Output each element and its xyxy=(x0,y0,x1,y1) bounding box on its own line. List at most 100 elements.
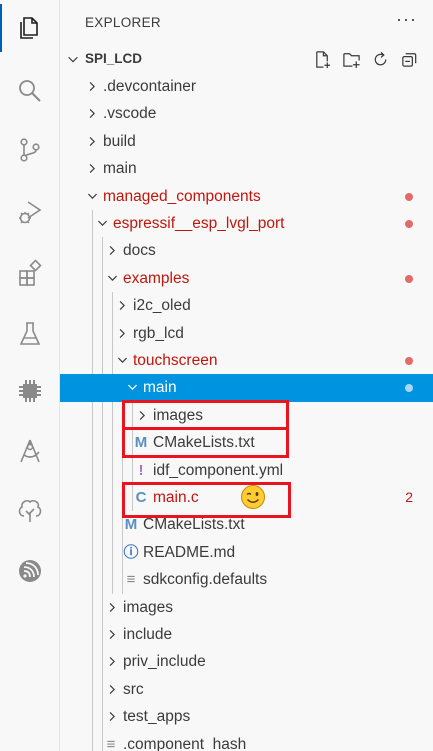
workspace-actions xyxy=(312,49,419,69)
winking-face-icon xyxy=(241,485,265,509)
chevron-right-icon xyxy=(109,602,115,612)
settings-file-icon: ≡ xyxy=(106,735,116,751)
highlight-box-images xyxy=(122,399,289,431)
tree-item-label: main xyxy=(103,160,137,178)
modified-dot xyxy=(405,357,413,365)
compass-icon xyxy=(20,439,40,463)
activity-source-control[interactable] xyxy=(0,122,60,178)
activity-chip[interactable] xyxy=(0,363,60,419)
tree-folder[interactable]: main xyxy=(60,374,433,402)
explorer-sidebar: EXPLORER ··· SPI_LCD .devcontainer .vscod… xyxy=(60,0,433,751)
chevron-right-icon xyxy=(89,136,95,146)
chevron-right-icon xyxy=(89,82,95,91)
tree-folder[interactable]: i2c_oled xyxy=(60,292,433,319)
tree-item-label: images xyxy=(123,598,173,616)
activity-files[interactable] xyxy=(0,0,60,56)
tree-folder[interactable]: managed_components xyxy=(60,183,433,210)
tree-folder[interactable]: test_apps xyxy=(60,703,433,730)
tree-item-label: priv_include xyxy=(123,653,206,671)
chevron-down-icon xyxy=(118,357,127,363)
tree-folder[interactable]: .vscode xyxy=(60,100,433,127)
search-icon xyxy=(19,80,41,102)
tree-folder[interactable]: include xyxy=(60,621,433,648)
chevron-right-icon xyxy=(109,657,115,667)
tree-item-label: idf_component.yml xyxy=(153,461,284,479)
modified-dot xyxy=(405,274,413,283)
files-icon xyxy=(20,17,38,39)
explorer-title: EXPLORER xyxy=(85,14,161,30)
tree-item-label: managed_components xyxy=(103,187,261,205)
activity-testing[interactable] xyxy=(0,306,60,362)
chevron-down-icon xyxy=(98,220,107,226)
activity-bar xyxy=(0,0,60,751)
tree-item-label: build xyxy=(103,132,136,150)
tree-folder[interactable]: espressif__esp_lvgl_port xyxy=(60,210,433,237)
tree-folder[interactable]: touchscreen xyxy=(60,347,433,374)
extensions-icon xyxy=(19,259,42,286)
tree-folder[interactable]: build xyxy=(60,128,433,155)
tree-file[interactable]: ≡ .component_hash xyxy=(60,731,433,751)
activity-compass[interactable] xyxy=(0,423,60,479)
tree-folder[interactable]: .devcontainer xyxy=(60,73,433,100)
yaml-icon: ! xyxy=(138,461,144,479)
chevron-down-icon xyxy=(108,275,117,281)
tree-item-label: test_apps xyxy=(123,708,191,726)
tree-folder[interactable]: src xyxy=(60,676,433,703)
explorer-header: EXPLORER ··· xyxy=(60,0,433,44)
more-actions-button[interactable]: ··· xyxy=(396,10,417,28)
chevron-down-icon xyxy=(68,56,78,63)
tree-item-label: .vscode xyxy=(103,105,157,123)
chip-icon xyxy=(19,380,41,402)
testing-icon xyxy=(19,322,41,345)
chevron-right-icon xyxy=(89,109,95,119)
activity-run-debug[interactable] xyxy=(0,184,60,240)
tree-folder[interactable]: docs xyxy=(60,237,433,264)
tree-item-label: examples xyxy=(123,269,190,287)
chevron-right-icon xyxy=(109,684,115,694)
run-debug-icon xyxy=(19,201,42,224)
tree-item-label: espressif__esp_lvgl_port xyxy=(113,215,285,232)
new-file-icon[interactable] xyxy=(312,49,332,69)
chevron-down-icon xyxy=(128,385,137,391)
tree-icon xyxy=(18,500,42,522)
activity-extensions[interactable] xyxy=(0,245,60,301)
chevron-right-icon xyxy=(89,164,95,174)
tree-item-label: docs xyxy=(123,242,156,260)
espressif-icon xyxy=(19,560,41,582)
tree-folder[interactable]: priv_include xyxy=(60,648,433,675)
collapse-all-icon[interactable] xyxy=(399,49,419,69)
tree-item-label: i2c_oled xyxy=(133,297,191,315)
tree-folder[interactable]: images xyxy=(60,594,433,621)
tree-file[interactable]: ! idf_component.yml xyxy=(60,457,433,484)
tree-item-label: include xyxy=(123,626,173,643)
source-control-icon xyxy=(20,138,40,162)
tree-item-label: src xyxy=(123,680,144,698)
settings-file-icon: ≡ xyxy=(126,571,136,589)
activity-espressif[interactable] xyxy=(0,543,60,599)
tree-folder[interactable]: examples xyxy=(60,265,433,292)
activity-search[interactable] xyxy=(0,63,60,119)
workspace-section-header[interactable]: SPI_LCD xyxy=(60,45,433,73)
tree-folder[interactable]: rgb_lcd xyxy=(60,320,433,347)
chevron-right-icon xyxy=(109,630,115,639)
chevron-right-icon xyxy=(119,328,125,338)
workspace-name: SPI_LCD xyxy=(85,51,143,66)
refresh-icon[interactable] xyxy=(370,49,390,69)
tree-item-label: main xyxy=(143,379,177,397)
new-folder-icon[interactable] xyxy=(341,49,361,69)
tree-item-label: touchscreen xyxy=(133,352,218,369)
modified-dot xyxy=(405,192,413,201)
problem-count-badge: 2 xyxy=(405,489,413,505)
activity-tree[interactable] xyxy=(0,483,60,539)
chevron-right-icon xyxy=(119,301,125,311)
modified-dot xyxy=(405,384,413,393)
info-icon: ⓘ xyxy=(123,543,139,561)
tree-file[interactable]: ≡ sdkconfig.defaults xyxy=(60,566,433,593)
chevron-right-icon xyxy=(109,712,115,722)
chevron-right-icon xyxy=(109,246,115,256)
tree-item-label: README.md xyxy=(143,543,236,561)
highlight-box-cmakelists xyxy=(122,427,289,458)
tree-folder[interactable]: main xyxy=(60,155,433,182)
chevron-down-icon xyxy=(88,193,97,199)
tree-file[interactable]: ⓘ README.md xyxy=(60,539,433,566)
